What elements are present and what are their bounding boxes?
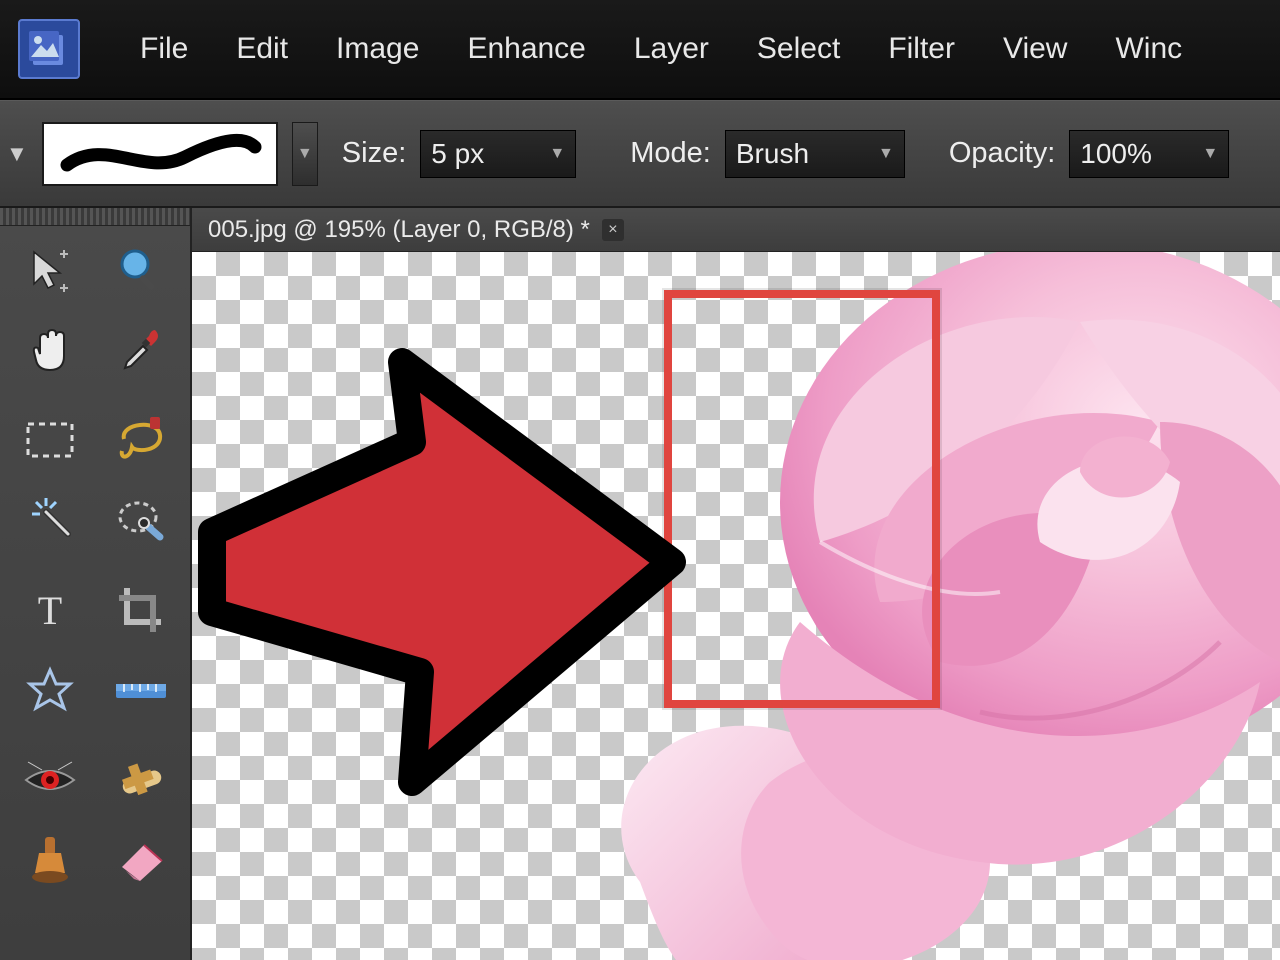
- menu-image[interactable]: Image: [336, 32, 419, 66]
- opacity-value: 100%: [1080, 138, 1152, 170]
- menubar: File Edit Image Enhance Layer Select Fil…: [0, 0, 1280, 100]
- move-tool[interactable]: [6, 232, 93, 308]
- crop-tool[interactable]: [97, 572, 184, 648]
- spot-healing-tool[interactable]: [97, 742, 184, 818]
- menu-view[interactable]: View: [1003, 32, 1067, 66]
- menu-filter[interactable]: Filter: [888, 32, 955, 66]
- opacity-field[interactable]: 100% ▼: [1069, 130, 1229, 178]
- document-tab-strip: 005.jpg @ 195% (Layer 0, RGB/8) * ×: [192, 208, 1280, 252]
- annotation-arrow-icon: [192, 312, 712, 832]
- toolbar: T: [0, 208, 192, 960]
- app-icon[interactable]: [18, 19, 80, 79]
- canvas[interactable]: [192, 252, 1280, 960]
- chevron-down-icon: ▼: [549, 145, 565, 163]
- tab-close-button[interactable]: ×: [602, 219, 624, 241]
- quick-selection-tool[interactable]: [97, 482, 184, 558]
- eyedropper-tool[interactable]: [97, 312, 184, 388]
- size-label: Size:: [342, 137, 406, 170]
- clone-stamp-tool[interactable]: [6, 822, 93, 898]
- type-tool[interactable]: T: [6, 572, 93, 648]
- menu-items: File Edit Image Enhance Layer Select Fil…: [140, 32, 1182, 66]
- toolbar-handle[interactable]: [0, 208, 190, 226]
- menu-window[interactable]: Winc: [1115, 32, 1182, 66]
- options-bar: ▼ ▼ Size: 5 px ▼ Mode: Brush ▼ Opacity: …: [0, 100, 1280, 208]
- menu-select[interactable]: Select: [757, 32, 840, 66]
- mode-value: Brush: [736, 138, 809, 170]
- size-field[interactable]: 5 px ▼: [420, 130, 576, 178]
- brush-preview[interactable]: [42, 122, 278, 186]
- straighten-tool[interactable]: [97, 652, 184, 728]
- eraser-tool[interactable]: [97, 822, 184, 898]
- mode-field[interactable]: Brush ▼: [725, 130, 905, 178]
- menu-layer[interactable]: Layer: [634, 32, 709, 66]
- menu-edit[interactable]: Edit: [236, 32, 288, 66]
- opacity-label: Opacity:: [949, 137, 1055, 170]
- menu-enhance[interactable]: Enhance: [467, 32, 585, 66]
- zoom-tool[interactable]: [97, 232, 184, 308]
- red-eye-tool[interactable]: [6, 742, 93, 818]
- tool-grid: T: [0, 226, 190, 904]
- document-tab-title[interactable]: 005.jpg @ 195% (Layer 0, RGB/8) *: [208, 216, 590, 244]
- chevron-down-icon: ▼: [878, 145, 894, 163]
- annotation-highlight-box: [664, 290, 940, 708]
- marquee-tool[interactable]: [6, 402, 93, 478]
- menu-file[interactable]: File: [140, 32, 188, 66]
- chevron-down-icon: ▼: [1202, 145, 1218, 163]
- magic-wand-tool[interactable]: [6, 482, 93, 558]
- svg-text:T: T: [37, 588, 61, 633]
- cookie-cutter-tool[interactable]: [6, 652, 93, 728]
- options-collapse-icon[interactable]: ▼: [6, 141, 28, 167]
- brush-preset-dropdown[interactable]: ▼: [292, 122, 318, 186]
- mode-label: Mode:: [630, 137, 711, 170]
- lasso-tool[interactable]: [97, 402, 184, 478]
- size-value: 5 px: [431, 138, 484, 170]
- hand-tool[interactable]: [6, 312, 93, 388]
